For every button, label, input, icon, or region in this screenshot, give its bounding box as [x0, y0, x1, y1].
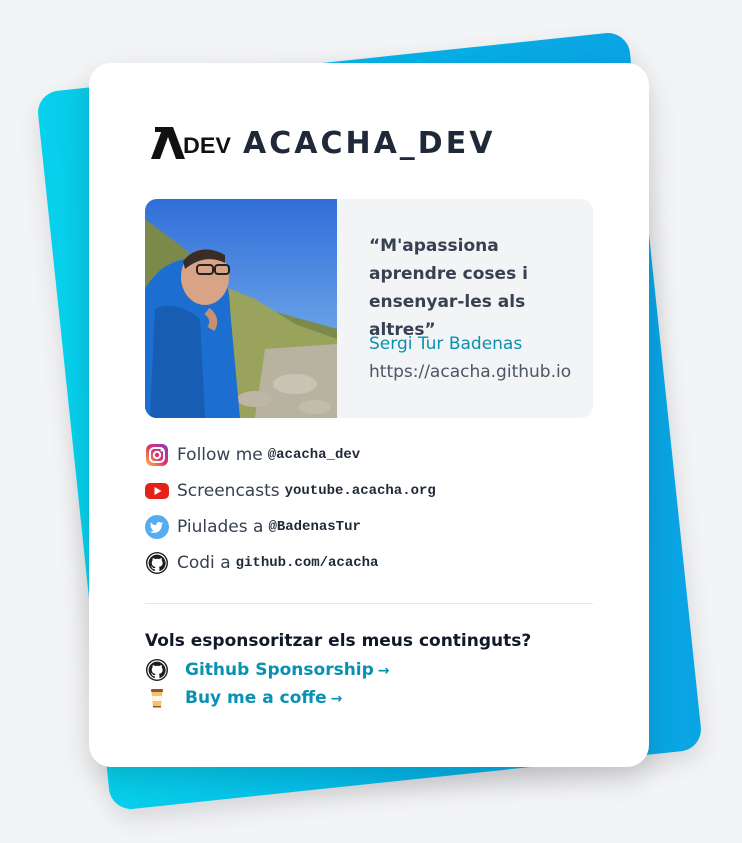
sponsor-row-github[interactable]: Github Sponsorship →: [145, 656, 390, 684]
section-divider: [145, 603, 593, 604]
sponsor-link-label: Buy me a coffe: [185, 688, 327, 708]
svg-text:DEV: DEV: [183, 133, 231, 158]
buy-me-a-coffee-link[interactable]: Buy me a coffe →: [185, 688, 342, 708]
github-icon: [146, 552, 168, 574]
profile-photo: [145, 199, 337, 418]
author-name[interactable]: Sergi Tur Badenas: [369, 334, 522, 354]
social-handle[interactable]: @acacha_dev: [268, 447, 360, 463]
website-link[interactable]: https://acacha.github.io: [369, 362, 571, 382]
sponsor-links: Github Sponsorship → Buy me a coffe →: [145, 656, 390, 712]
github-icon: [146, 659, 168, 681]
profile-box: “M'apassiona aprendre coses i ensenyar-l…: [145, 199, 593, 418]
social-label: Screencasts: [177, 481, 280, 501]
github-sponsorship-link[interactable]: Github Sponsorship →: [185, 660, 390, 680]
brand-title: ACACHA_DEV: [243, 125, 496, 161]
social-handle[interactable]: youtube.acacha.org: [285, 483, 436, 499]
social-row-github[interactable]: Codi a github.com/acacha: [145, 545, 593, 581]
social-handle[interactable]: github.com/acacha: [236, 555, 379, 571]
brand-header: DEV ACACHA_DEV: [151, 123, 495, 163]
profile-quote: “M'apassiona aprendre coses i ensenyar-l…: [369, 236, 528, 340]
twitter-icon: [145, 515, 169, 539]
social-handle[interactable]: @BadenasTur: [268, 519, 360, 535]
social-label: Piulades a: [177, 517, 264, 537]
social-row-youtube[interactable]: Screencasts youtube.acacha.org: [145, 473, 593, 509]
instagram-icon: [146, 444, 168, 466]
arrow-right-icon: →: [330, 691, 343, 707]
social-row-twitter[interactable]: Piulades a @BadenasTur: [145, 509, 593, 545]
social-links: Follow me @acacha_dev Screencasts youtub…: [145, 437, 593, 581]
youtube-icon: [145, 483, 169, 499]
sponsor-row-coffee[interactable]: Buy me a coffe →: [145, 684, 390, 712]
adev-logo: DEV: [151, 127, 231, 159]
profile-card: DEV ACACHA_DEV “M'apassiona aprendre cos…: [89, 63, 649, 767]
coffee-cup-icon: [151, 689, 163, 708]
social-row-instagram[interactable]: Follow me @acacha_dev: [145, 437, 593, 473]
sponsor-heading: Vols esponsoritzar els meus continguts?: [145, 631, 532, 651]
arrow-right-icon: →: [377, 663, 390, 679]
social-label: Follow me: [177, 445, 263, 465]
sponsor-link-label: Github Sponsorship: [185, 660, 374, 680]
social-label: Codi a: [177, 553, 231, 573]
